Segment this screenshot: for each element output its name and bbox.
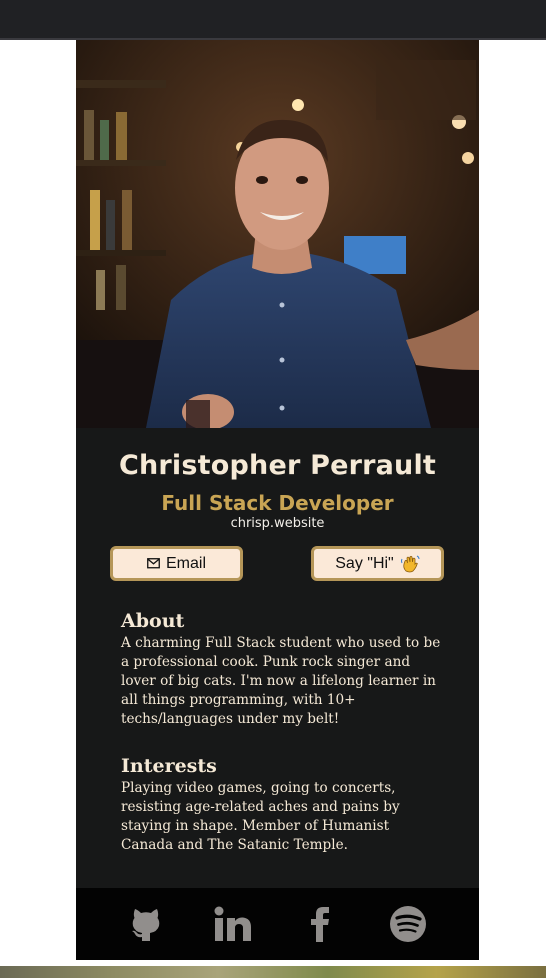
interests-text: Playing video games, going to concerts, … <box>121 780 400 853</box>
spotify-link[interactable] <box>386 904 430 948</box>
email-button-label: Email <box>165 554 206 572</box>
profile-card: Christopher Perrault Full Stack Develope… <box>76 40 479 960</box>
email-button[interactable]: Email <box>110 546 243 581</box>
profile-website: chrisp.website <box>230 516 325 531</box>
mail-icon <box>147 558 160 569</box>
social-links-bar <box>76 888 479 960</box>
facebook-icon <box>310 906 330 946</box>
github-icon <box>129 906 163 946</box>
desktop-wallpaper-strip <box>0 966 546 978</box>
profile-photo <box>76 40 479 428</box>
linkedin-icon <box>214 906 252 946</box>
spotify-icon <box>389 905 427 947</box>
linkedin-link[interactable] <box>211 904 255 948</box>
facebook-link[interactable] <box>298 904 342 948</box>
interests-heading: Interests <box>121 755 217 777</box>
about-heading: About <box>121 610 185 632</box>
profile-job-title: Full Stack Developer <box>161 491 394 515</box>
browser-top-bar <box>0 0 546 40</box>
waving-hand-icon <box>400 554 420 574</box>
github-link[interactable] <box>124 904 168 948</box>
profile-name: Christopher Perrault <box>118 450 437 481</box>
about-text: A charming Full Stack student who used t… <box>121 635 441 727</box>
say-hi-button-label: Say "Hi" <box>335 554 394 572</box>
say-hi-button[interactable]: Say "Hi" <box>311 546 444 581</box>
